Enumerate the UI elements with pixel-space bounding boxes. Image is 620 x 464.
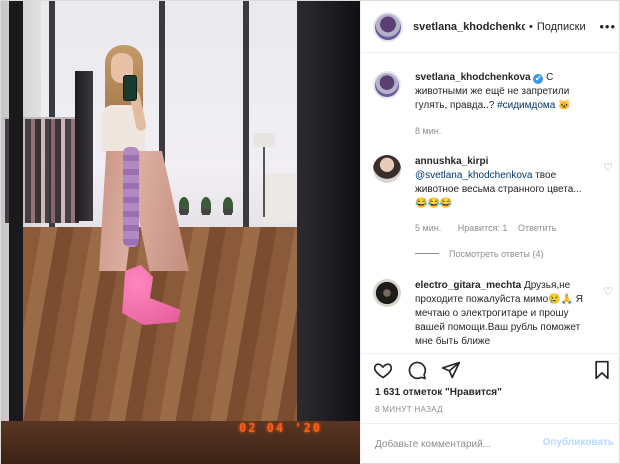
comment-like-heart-icon[interactable]: ♡ (603, 285, 613, 298)
likes-count[interactable]: 1 631 отметок "Нравится" (375, 387, 502, 398)
replies-divider-line (415, 253, 439, 254)
photo-date-stamp: 02 04 '20 (239, 421, 323, 435)
author-username[interactable]: svetlana_khodchenkova (413, 21, 525, 33)
comments-list[interactable]: svetlana_khodchenkova ✔ С животными же е… (361, 53, 620, 353)
comment-reply-button[interactable]: Ответить (518, 223, 556, 233)
comment-time[interactable]: 5 мин. (415, 223, 441, 233)
caption-time[interactable]: 8 мин. (415, 126, 441, 136)
caption-username[interactable]: svetlana_khodchenkova (415, 72, 531, 83)
comment-emoji: 😢🙏 (548, 294, 574, 305)
comment-likes-count[interactable]: Нравится: 1 (458, 223, 508, 233)
commenter-avatar[interactable] (373, 279, 401, 307)
more-horizontal-icon[interactable]: ••• (599, 19, 616, 34)
comment-like-heart-icon[interactable]: ♡ (603, 161, 613, 174)
caption-body: svetlana_khodchenkova ✔ С животными же е… (415, 71, 591, 113)
post-header: svetlana_khodchenkova • Подписки ••• (361, 1, 620, 53)
add-comment-section: Опубликовать (361, 423, 620, 464)
publish-comment-button[interactable]: Опубликовать (543, 437, 614, 448)
view-replies-label[interactable]: Посмотреть ответы (4) (449, 249, 544, 259)
heart-icon[interactable] (373, 360, 393, 380)
comment-body: electro_gitara_mechta Друзья,не проходит… (415, 279, 591, 349)
comment-username[interactable]: electro_gitara_mechta (415, 280, 521, 291)
author-avatar[interactable] (373, 11, 403, 42)
post-side-panel: svetlana_khodchenkova • Подписки ••• sve… (360, 1, 620, 464)
header-separator: • (529, 20, 533, 33)
comment-emoji: 😂😂😂 (415, 198, 453, 209)
comment-mention[interactable]: @svetlana_khodchenkova (415, 170, 532, 181)
instagram-post: 02 04 '20 svetlana_khodchenkova • Подпис… (0, 0, 620, 464)
comment-username[interactable]: annushka_kirpi (415, 156, 488, 167)
view-replies-button[interactable]: Посмотреть ответы (4) (415, 249, 544, 259)
caption-hashtag[interactable]: #сидимдома (497, 100, 555, 111)
following-button[interactable]: Подписки (537, 21, 586, 33)
post-time-ago[interactable]: 8 МИНУТ НАЗАД (375, 405, 443, 414)
comment-icon[interactable] (407, 360, 427, 380)
photo-mirror-frame (9, 1, 333, 437)
commenter-avatar[interactable] (373, 155, 401, 183)
verified-badge-icon: ✔ (533, 74, 544, 84)
photo-room-dark-side (297, 1, 360, 464)
comment-body: annushka_kirpi @svetlana_khodchenkova тв… (415, 155, 591, 211)
caption-emoji: 🐱 (558, 100, 571, 111)
add-comment-input[interactable] (375, 434, 525, 454)
bookmark-icon[interactable] (592, 360, 612, 380)
share-icon[interactable] (441, 360, 461, 380)
caption-avatar[interactable] (373, 71, 401, 99)
comment-meta: 5 мин. Нравится: 1 Ответить (415, 223, 570, 233)
post-actions-bar (361, 353, 620, 383)
caption-meta: 8 мин. (415, 126, 455, 136)
post-photo[interactable]: 02 04 '20 (1, 1, 360, 464)
